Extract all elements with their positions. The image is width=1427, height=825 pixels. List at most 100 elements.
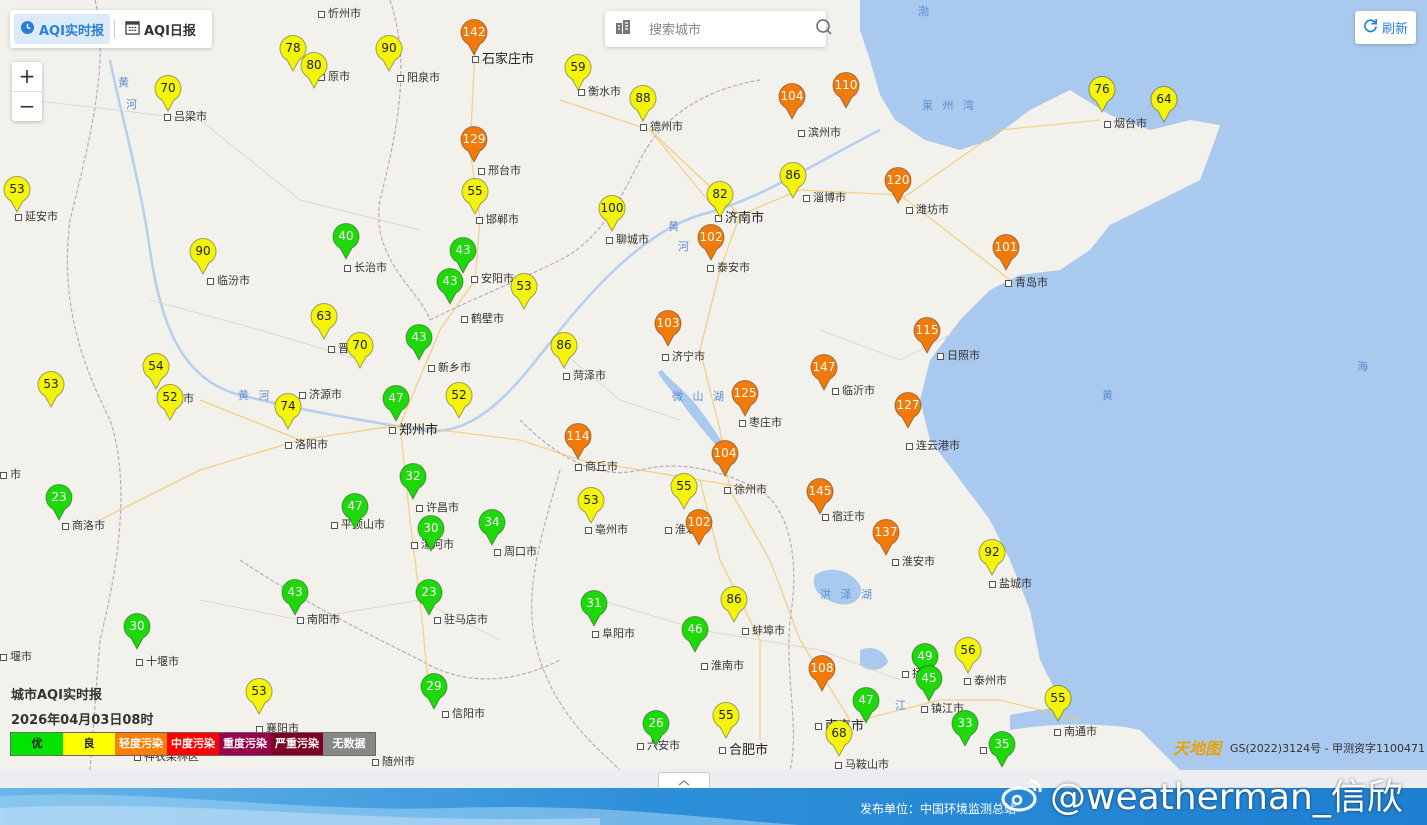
aqi-marker[interactable]: 55	[669, 472, 699, 510]
city-label[interactable]: 蚌埠市	[742, 622, 785, 638]
city-label[interactable]: 鹤壁市	[461, 310, 504, 326]
aqi-marker[interactable]: 43	[280, 578, 310, 616]
aqi-marker[interactable]: 129	[459, 125, 489, 163]
tab-aqi-realtime[interactable]: AQI实时报	[14, 14, 110, 44]
aqi-marker[interactable]: 31	[579, 589, 609, 627]
city-label[interactable]: 邢台市	[478, 162, 521, 178]
aqi-marker[interactable]: 33	[950, 709, 980, 747]
aqi-marker[interactable]: 43	[435, 267, 465, 305]
aqi-marker[interactable]: 142	[459, 18, 489, 56]
aqi-marker[interactable]: 137	[871, 518, 901, 556]
aqi-marker[interactable]: 120	[883, 166, 913, 204]
aqi-marker[interactable]: 55	[1043, 684, 1073, 722]
expand-panel-handle[interactable]	[658, 772, 710, 789]
city-label[interactable]: 合肥市	[719, 739, 768, 758]
aqi-marker[interactable]: 63	[309, 302, 339, 340]
aqi-marker[interactable]: 86	[778, 161, 808, 199]
city-label[interactable]: 济源市	[299, 386, 342, 402]
city-label[interactable]: 淄博市	[803, 189, 846, 205]
aqi-marker[interactable]: 82	[705, 180, 735, 218]
aqi-marker[interactable]: 23	[414, 578, 444, 616]
aqi-marker[interactable]: 26	[641, 709, 671, 747]
city-label[interactable]: 泰州市	[964, 672, 1007, 688]
aqi-marker[interactable]: 53	[576, 486, 606, 524]
aqi-marker[interactable]: 101	[991, 233, 1021, 271]
refresh-button[interactable]: 刷新	[1355, 11, 1416, 44]
aqi-marker[interactable]: 145	[805, 477, 835, 515]
aqi-marker[interactable]: 29	[419, 672, 449, 710]
aqi-marker[interactable]: 23	[44, 483, 74, 521]
city-label[interactable]: 聊城市	[606, 231, 649, 247]
aqi-marker[interactable]: 115	[912, 316, 942, 354]
aqi-marker[interactable]: 104	[710, 439, 740, 477]
aqi-marker[interactable]: 47	[340, 492, 370, 530]
city-label[interactable]: 忻州市	[318, 5, 361, 21]
aqi-marker[interactable]: 35	[987, 730, 1017, 768]
aqi-marker[interactable]: 43	[404, 323, 434, 361]
city-label[interactable]: 市	[0, 466, 21, 482]
city-label[interactable]: 十堰市	[136, 653, 179, 669]
aqi-marker[interactable]: 88	[628, 84, 658, 122]
aqi-marker[interactable]: 64	[1149, 85, 1179, 123]
city-label[interactable]: 济宁市	[662, 348, 705, 364]
aqi-marker[interactable]: 30	[122, 612, 152, 650]
aqi-marker[interactable]: 56	[953, 636, 983, 674]
city-label[interactable]: 南通市	[1054, 723, 1097, 739]
aqi-marker[interactable]: 74	[273, 392, 303, 430]
city-label[interactable]: 烟台市	[1104, 115, 1147, 131]
aqi-marker[interactable]: 86	[719, 585, 749, 623]
aqi-marker[interactable]: 45	[914, 664, 944, 702]
aqi-marker[interactable]: 70	[345, 331, 375, 369]
aqi-marker[interactable]: 53	[509, 272, 539, 310]
aqi-marker[interactable]: 125	[730, 379, 760, 417]
aqi-marker[interactable]: 114	[563, 422, 593, 460]
city-label[interactable]: 马鞍山市	[835, 756, 889, 770]
city-label[interactable]: 日照市	[937, 347, 980, 363]
city-label[interactable]: 许昌市	[416, 499, 459, 515]
tab-aqi-daily[interactable]: AQI日报	[119, 14, 202, 44]
aqi-marker[interactable]: 102	[696, 223, 726, 261]
aqi-marker[interactable]: 90	[188, 237, 218, 275]
aqi-marker[interactable]: 127	[893, 391, 923, 429]
city-label[interactable]: 滨州市	[798, 124, 841, 140]
city-label[interactable]: 堰市	[0, 648, 32, 664]
aqi-marker[interactable]: 104	[777, 82, 807, 120]
aqi-marker[interactable]: 46	[680, 615, 710, 653]
aqi-marker[interactable]: 55	[711, 701, 741, 739]
aqi-marker[interactable]: 100	[597, 194, 627, 232]
city-label[interactable]: 淮南市	[701, 657, 744, 673]
aqi-marker[interactable]: 68	[824, 719, 854, 757]
city-label[interactable]: 连云港市	[906, 437, 960, 453]
aqi-marker[interactable]: 76	[1087, 75, 1117, 113]
aqi-marker[interactable]: 86	[549, 331, 579, 369]
zoom-in-button[interactable]: +	[12, 62, 42, 91]
aqi-map[interactable]: 渤 莱 州 湾 黄 海 黄 河 黄 河 黄 河 微 山 湖 洪 泽 湖 江 忻州…	[0, 0, 1427, 770]
city-label[interactable]: 新乡市	[428, 359, 471, 375]
aqi-marker[interactable]: 53	[244, 677, 274, 715]
city-label[interactable]: 盐城市	[989, 575, 1032, 591]
city-label[interactable]: 商丘市	[575, 458, 618, 474]
city-label[interactable]: 随州市	[372, 753, 415, 769]
city-label[interactable]: 长治市	[344, 259, 387, 275]
aqi-marker[interactable]: 47	[851, 686, 881, 724]
aqi-marker[interactable]: 53	[2, 175, 32, 213]
aqi-marker[interactable]: 40	[331, 222, 361, 260]
search-icon[interactable]	[815, 18, 833, 40]
city-label[interactable]: 青岛市	[1005, 274, 1048, 290]
aqi-marker[interactable]: 110	[831, 71, 861, 109]
aqi-marker[interactable]: 32	[398, 462, 428, 500]
aqi-marker[interactable]: 30	[416, 514, 446, 552]
aqi-marker[interactable]: 108	[807, 654, 837, 692]
search-input[interactable]	[647, 20, 791, 38]
aqi-marker[interactable]: 103	[653, 309, 683, 347]
city-label[interactable]: 泰安市	[707, 259, 750, 275]
city-label[interactable]: 洛阳市	[285, 436, 328, 452]
aqi-marker[interactable]: 53	[36, 370, 66, 408]
aqi-marker[interactable]: 147	[809, 353, 839, 391]
city-label[interactable]: 阜阳市	[592, 625, 635, 641]
city-label[interactable]: 菏泽市	[563, 367, 606, 383]
aqi-marker[interactable]: 55	[460, 177, 490, 215]
aqi-marker[interactable]: 90	[374, 34, 404, 72]
aqi-marker[interactable]: 47	[381, 384, 411, 422]
aqi-marker[interactable]: 102	[684, 508, 714, 546]
